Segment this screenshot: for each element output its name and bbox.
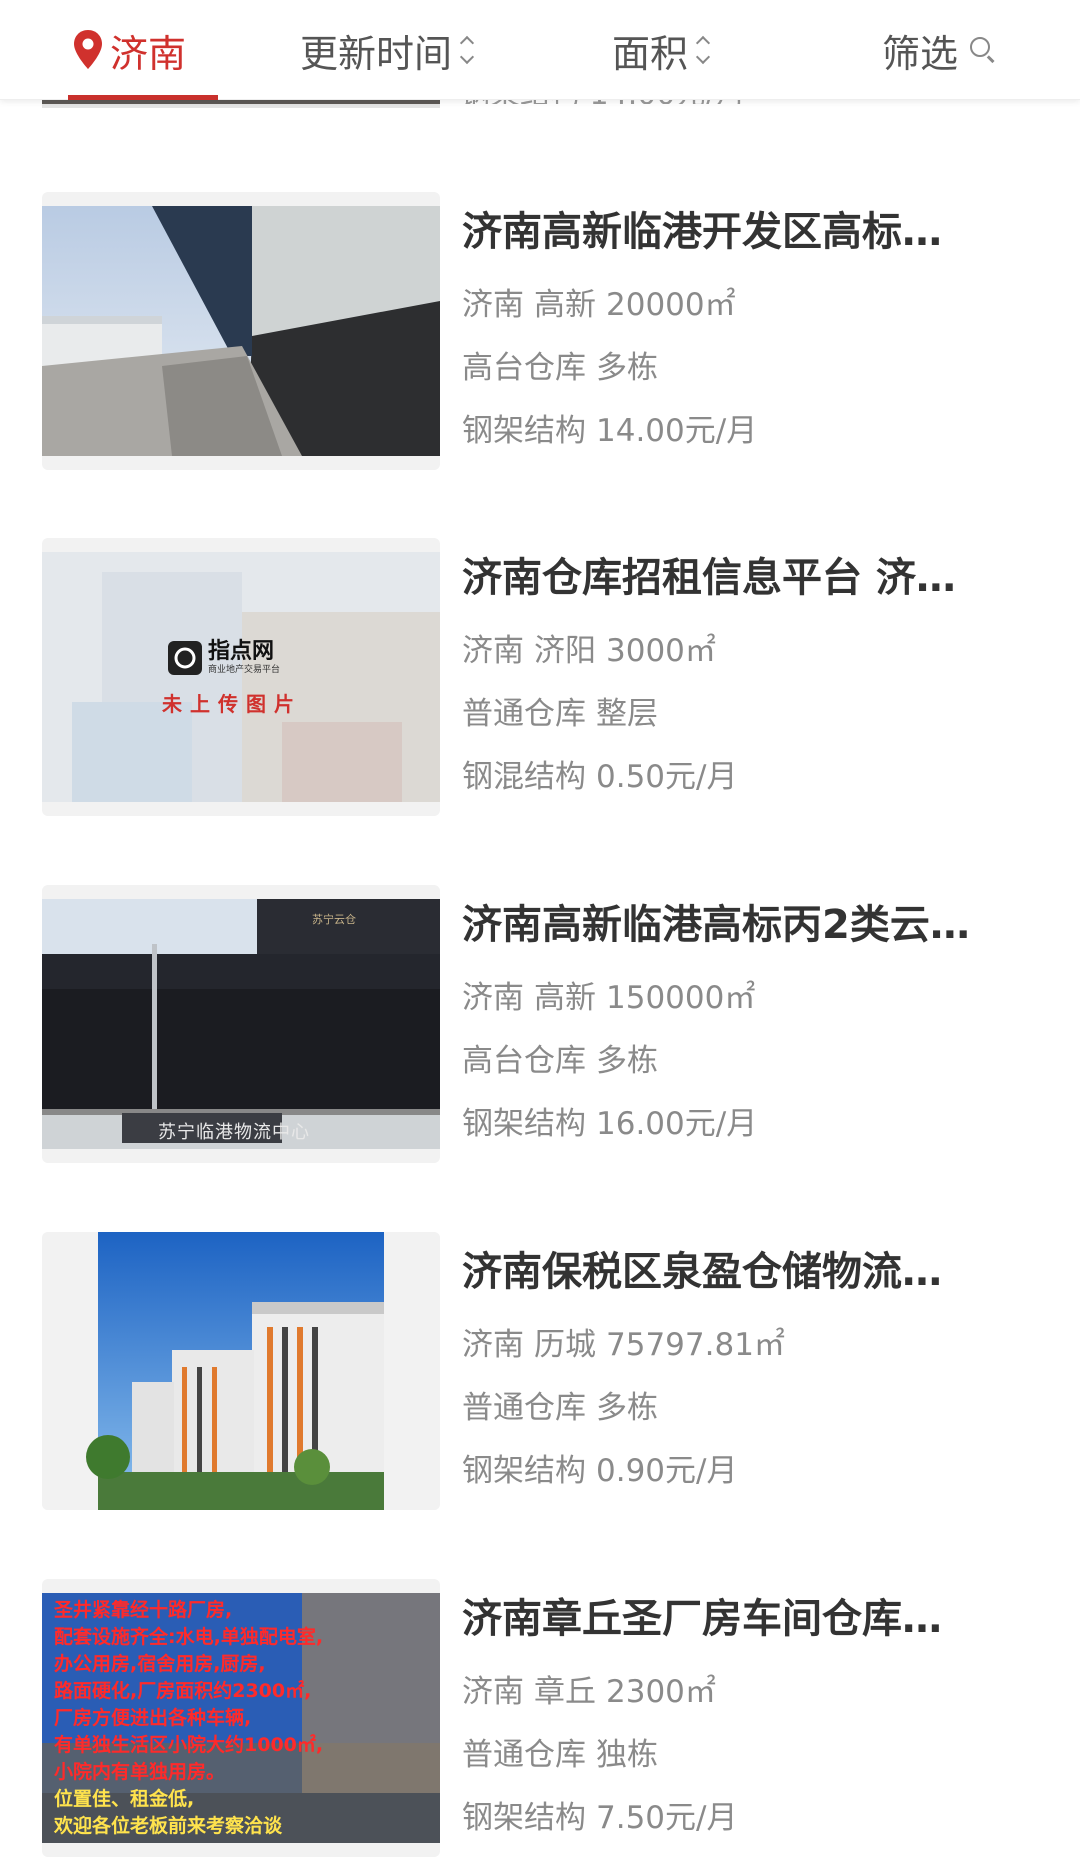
listing-location: 济南 济阳 3000㎡ <box>462 633 716 669</box>
listing-overlay-text: 圣井紧靠经十路厂房, 配套设施齐全:水电,单独配电室, 办公用房,宿舍用房,厨房, 路… <box>54 1597 323 1840</box>
sort-chevron-icon <box>695 35 711 65</box>
brand-logo-icon <box>168 641 202 675</box>
listing-info: 济南章丘圣厂房车间仓库… 济南 章丘 2300㎡ 普通仓库 独栋 钢架结构 7.50元/… <box>462 1579 1052 1838</box>
brand-name: 指点网 <box>208 639 275 664</box>
listing-title: 济南保税区泉盈仓储物流… <box>462 1249 942 1295</box>
listing-title: 济南章丘圣厂房车间仓库… <box>462 1596 942 1642</box>
sort-update-label: 更新时间 <box>300 31 453 76</box>
listing-price: 钢架结构 16.00元/月 <box>462 1106 758 1142</box>
city-label: 济南 <box>110 31 187 76</box>
placeholder-image: 指点网 商业地产交易平台 未上传图片 <box>42 552 440 802</box>
listing-thumbnail: 苏宁云仓 苏宁临港物流中心 <box>42 885 440 1163</box>
filter-bar: 济南 更新时间 面积 筛选 <box>0 0 1080 100</box>
listing-type: 普通仓库 整层 <box>462 696 658 732</box>
overlay-line: 有单独生活区小院大约1000㎡, <box>54 1734 324 1756</box>
previous-listing-thumbnail[interactable] <box>42 100 440 108</box>
listing-title: 济南仓库招租信息平台 济… <box>462 555 956 601</box>
search-icon <box>970 37 996 63</box>
listing-info: 济南高新临港开发区高标… 济南 高新 20000㎡ 高台仓库 多栋 钢架结构 14.00… <box>462 192 1052 451</box>
listing-location: 济南 章丘 2300㎡ <box>462 1674 716 1710</box>
placeholder-logo: 指点网 商业地产交易平台 <box>168 640 280 676</box>
sort-area[interactable]: 面积 <box>612 0 711 100</box>
filter-label: 筛选 <box>882 31 959 76</box>
warehouse-photo: 苏宁云仓 苏宁临港物流中心 <box>42 899 440 1149</box>
listing-thumbnail <box>42 1232 440 1510</box>
sort-chevron-icon <box>459 35 475 65</box>
listing-title: 济南高新临港高标丙2类云… <box>462 902 970 948</box>
listing-price: 钢架结构 7.50元/月 <box>462 1800 738 1836</box>
overlay-line: 办公用房,宿舍用房,厨房, <box>54 1653 266 1675</box>
listing-type: 普通仓库 独栋 <box>462 1737 658 1773</box>
listing-card[interactable]: 济南高新临港开发区高标… 济南 高新 20000㎡ 高台仓库 多栋 钢架结构 14.00… <box>42 192 1042 470</box>
building-sign: 苏宁临港物流中心 <box>158 1122 310 1143</box>
listing-thumbnail: 指点网 商业地产交易平台 未上传图片 <box>42 538 440 816</box>
sort-update-time[interactable]: 更新时间 <box>300 0 475 100</box>
sort-area-label: 面积 <box>612 31 689 76</box>
listing-type: 高台仓库 多栋 <box>462 350 658 386</box>
filter-button[interactable]: 筛选 <box>882 0 996 100</box>
listing-card[interactable]: 指点网 商业地产交易平台 未上传图片 济南仓库招租信息平台 济… 济南 济阳 300… <box>42 538 1042 816</box>
overlay-line: 欢迎各位老板前来考察洽谈 <box>54 1815 283 1837</box>
listing-location: 济南 高新 20000㎡ <box>462 287 736 323</box>
overlay-line: 圣井紧靠经十路厂房, <box>54 1599 233 1621</box>
listing-thumbnail <box>42 192 440 470</box>
listing-card[interactable]: 苏宁云仓 苏宁临港物流中心 济南高新临港高标丙2类云… 济南 高新 150000㎡ … <box>42 885 1042 1163</box>
overlay-line: 厂房方便进出各种车辆, <box>54 1707 252 1729</box>
overlay-line: 位置佳、租金低, <box>54 1788 195 1810</box>
listing-type: 高台仓库 多栋 <box>462 1043 658 1079</box>
listing-card[interactable]: 济南保税区泉盈仓储物流… 济南 历城 75797.81㎡ 普通仓库 多栋 钢架结构 0.… <box>42 1232 1042 1510</box>
listing-price: 钢架结构 14.00元/月 <box>462 413 758 449</box>
active-tab-indicator <box>68 95 218 100</box>
listing-location: 济南 历城 75797.81㎡ <box>462 1327 785 1363</box>
city-selector[interactable]: 济南 <box>68 0 218 100</box>
warehouse-photo <box>42 206 440 456</box>
building-logo: 苏宁云仓 <box>312 913 356 926</box>
warehouse-photo <box>42 1232 440 1510</box>
overlay-line: 小院内有单独用房。 <box>54 1761 226 1783</box>
listing-location: 济南 高新 150000㎡ <box>462 980 756 1016</box>
listing-title: 济南高新临港开发区高标… <box>462 209 942 255</box>
overlay-line: 路面硬化,厂房面积约2300㎡, <box>54 1680 312 1702</box>
listing-type: 普通仓库 多栋 <box>462 1390 658 1426</box>
listing-price: 钢混结构 0.50元/月 <box>462 759 738 795</box>
overlay-line: 配套设施齐全:水电,单独配电室, <box>54 1626 324 1648</box>
listing-info: 济南仓库招租信息平台 济… 济南 济阳 3000㎡ 普通仓库 整层 钢混结构 0.50元… <box>462 538 1052 797</box>
listing-price: 钢架结构 0.90元/月 <box>462 1453 738 1489</box>
brand-subtitle: 商业地产交易平台 <box>208 665 281 675</box>
factory-photo: 圣井紧靠经十路厂房, 配套设施齐全:水电,单独配电室, 办公用房,宿舍用房,厨房, 路… <box>42 1593 440 1843</box>
placeholder-text: 未上传图片 <box>162 692 302 716</box>
listing-info: 济南高新临港高标丙2类云… 济南 高新 150000㎡ 高台仓库 多栋 钢架结构 16.… <box>462 885 1052 1144</box>
listing-card[interactable]: 圣井紧靠经十路厂房, 配套设施齐全:水电,单独配电室, 办公用房,宿舍用房,厨房, 路… <box>42 1579 1042 1857</box>
location-pin-icon <box>74 30 102 69</box>
listing-info: 济南保税区泉盈仓储物流… 济南 历城 75797.81㎡ 普通仓库 多栋 钢架结构 0.… <box>462 1232 1052 1491</box>
listing-thumbnail: 圣井紧靠经十路厂房, 配套设施齐全:水电,单独配电室, 办公用房,宿舍用房,厨房, 路… <box>42 1579 440 1857</box>
